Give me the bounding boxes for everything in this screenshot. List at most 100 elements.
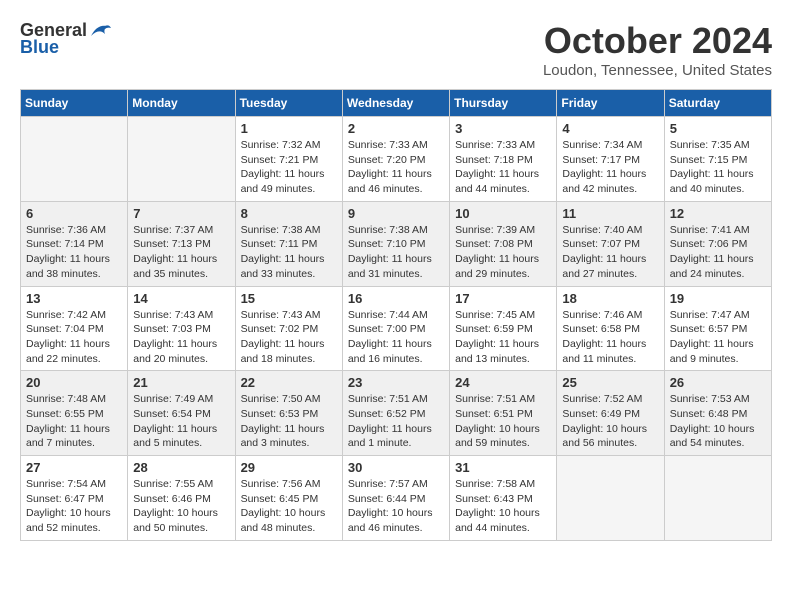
- table-row: 30 Sunrise: 7:57 AMSunset: 6:44 PMDayligh…: [342, 456, 449, 541]
- calendar: Sunday Monday Tuesday Wednesday Thursday…: [20, 89, 772, 541]
- table-row: 14 Sunrise: 7:43 AMSunset: 7:03 PMDayligh…: [128, 286, 235, 371]
- calendar-week-row: 27 Sunrise: 7:54 AMSunset: 6:47 PMDayligh…: [21, 456, 772, 541]
- col-monday: Monday: [128, 90, 235, 117]
- cell-info: Sunrise: 7:39 AMSunset: 7:08 PMDaylight:…: [455, 223, 551, 282]
- day-number: 26: [670, 375, 766, 390]
- cell-info: Sunrise: 7:42 AMSunset: 7:04 PMDaylight:…: [26, 308, 122, 367]
- day-number: 17: [455, 291, 551, 306]
- cell-info: Sunrise: 7:50 AMSunset: 6:53 PMDaylight:…: [241, 392, 337, 451]
- col-saturday: Saturday: [664, 90, 771, 117]
- calendar-week-row: 6Sunrise: 7:36 AMSunset: 7:14 PMDaylight…: [21, 201, 772, 286]
- day-number: 21: [133, 375, 229, 390]
- day-number: 22: [241, 375, 337, 390]
- cell-info: Sunrise: 7:41 AMSunset: 7:06 PMDaylight:…: [670, 223, 766, 282]
- table-row: 20 Sunrise: 7:48 AMSunset: 6:55 PMDayligh…: [21, 371, 128, 456]
- cell-info: Sunrise: 7:34 AMSunset: 7:17 PMDaylight:…: [562, 138, 658, 197]
- table-row: 18 Sunrise: 7:46 AMSunset: 6:58 PMDayligh…: [557, 286, 664, 371]
- cell-info: Sunrise: 7:54 AMSunset: 6:47 PMDaylight:…: [26, 477, 122, 536]
- day-number: 28: [133, 460, 229, 475]
- calendar-week-row: 20 Sunrise: 7:48 AMSunset: 6:55 PMDayligh…: [21, 371, 772, 456]
- table-row: 4Sunrise: 7:34 AMSunset: 7:17 PMDaylight…: [557, 117, 664, 202]
- day-number: 13: [26, 291, 122, 306]
- day-number: 15: [241, 291, 337, 306]
- location: Loudon, Tennessee, United States: [543, 62, 772, 79]
- cell-info: Sunrise: 7:58 AMSunset: 6:43 PMDaylight:…: [455, 477, 551, 536]
- table-row: 31Sunrise: 7:58 AMSunset: 6:43 PMDayligh…: [450, 456, 557, 541]
- cell-info: Sunrise: 7:38 AMSunset: 7:11 PMDaylight:…: [241, 223, 337, 282]
- cell-info: Sunrise: 7:53 AMSunset: 6:48 PMDaylight:…: [670, 392, 766, 451]
- day-number: 9: [348, 206, 444, 221]
- day-number: 16: [348, 291, 444, 306]
- table-row: 17 Sunrise: 7:45 AMSunset: 6:59 PMDayligh…: [450, 286, 557, 371]
- cell-info: Sunrise: 7:49 AMSunset: 6:54 PMDaylight:…: [133, 392, 229, 451]
- month-title: October 2024: [543, 20, 772, 62]
- table-row: 28Sunrise: 7:55 AMSunset: 6:46 PMDayligh…: [128, 456, 235, 541]
- table-row: 8 Sunrise: 7:38 AMSunset: 7:11 PMDaylight…: [235, 201, 342, 286]
- cell-info: Sunrise: 7:40 AMSunset: 7:07 PMDaylight:…: [562, 223, 658, 282]
- cell-info: Sunrise: 7:44 AMSunset: 7:00 PMDaylight:…: [348, 308, 444, 367]
- cell-info: Sunrise: 7:46 AMSunset: 6:58 PMDaylight:…: [562, 308, 658, 367]
- cell-info: Sunrise: 7:51 AMSunset: 6:52 PMDaylight:…: [348, 392, 444, 451]
- table-row: 23Sunrise: 7:51 AMSunset: 6:52 PMDayligh…: [342, 371, 449, 456]
- table-row: [557, 456, 664, 541]
- day-number: 5: [670, 121, 766, 136]
- cell-info: Sunrise: 7:45 AMSunset: 6:59 PMDaylight:…: [455, 308, 551, 367]
- table-row: 16 Sunrise: 7:44 AMSunset: 7:00 PMDayligh…: [342, 286, 449, 371]
- table-row: 2 Sunrise: 7:33 AMSunset: 7:20 PMDaylight…: [342, 117, 449, 202]
- table-row: 19Sunrise: 7:47 AMSunset: 6:57 PMDayligh…: [664, 286, 771, 371]
- table-row: 5Sunrise: 7:35 AMSunset: 7:15 PMDaylight…: [664, 117, 771, 202]
- table-row: 29 Sunrise: 7:56 AMSunset: 6:45 PMDayligh…: [235, 456, 342, 541]
- table-row: [21, 117, 128, 202]
- title-block: October 2024 Loudon, Tennessee, United S…: [543, 20, 772, 79]
- day-number: 12: [670, 206, 766, 221]
- table-row: 27 Sunrise: 7:54 AMSunset: 6:47 PMDayligh…: [21, 456, 128, 541]
- cell-info: Sunrise: 7:32 AMSunset: 7:21 PMDaylight:…: [241, 138, 337, 197]
- page-header: General Blue October 2024 Loudon, Tennes…: [20, 20, 772, 79]
- cell-info: Sunrise: 7:56 AMSunset: 6:45 PMDaylight:…: [241, 477, 337, 536]
- cell-info: Sunrise: 7:37 AMSunset: 7:13 PMDaylight:…: [133, 223, 229, 282]
- col-friday: Friday: [557, 90, 664, 117]
- calendar-header-row: Sunday Monday Tuesday Wednesday Thursday…: [21, 90, 772, 117]
- cell-info: Sunrise: 7:52 AMSunset: 6:49 PMDaylight:…: [562, 392, 658, 451]
- day-number: 30: [348, 460, 444, 475]
- day-number: 25: [562, 375, 658, 390]
- col-tuesday: Tuesday: [235, 90, 342, 117]
- cell-info: Sunrise: 7:43 AMSunset: 7:02 PMDaylight:…: [241, 308, 337, 367]
- table-row: 21 Sunrise: 7:49 AMSunset: 6:54 PMDayligh…: [128, 371, 235, 456]
- day-number: 6: [26, 206, 122, 221]
- logo-blue: Blue: [20, 37, 59, 58]
- day-number: 29: [241, 460, 337, 475]
- day-number: 20: [26, 375, 122, 390]
- cell-info: Sunrise: 7:43 AMSunset: 7:03 PMDaylight:…: [133, 308, 229, 367]
- cell-info: Sunrise: 7:38 AMSunset: 7:10 PMDaylight:…: [348, 223, 444, 282]
- day-number: 11: [562, 206, 658, 221]
- cell-info: Sunrise: 7:33 AMSunset: 7:20 PMDaylight:…: [348, 138, 444, 197]
- logo: General Blue: [20, 20, 111, 58]
- day-number: 10: [455, 206, 551, 221]
- calendar-week-row: 1Sunrise: 7:32 AMSunset: 7:21 PMDaylight…: [21, 117, 772, 202]
- day-number: 27: [26, 460, 122, 475]
- table-row: 15 Sunrise: 7:43 AMSunset: 7:02 PMDayligh…: [235, 286, 342, 371]
- table-row: [664, 456, 771, 541]
- col-sunday: Sunday: [21, 90, 128, 117]
- table-row: [128, 117, 235, 202]
- day-number: 7: [133, 206, 229, 221]
- cell-info: Sunrise: 7:33 AMSunset: 7:18 PMDaylight:…: [455, 138, 551, 197]
- table-row: 22 Sunrise: 7:50 AMSunset: 6:53 PMDayligh…: [235, 371, 342, 456]
- col-wednesday: Wednesday: [342, 90, 449, 117]
- table-row: 26 Sunrise: 7:53 AMSunset: 6:48 PMDayligh…: [664, 371, 771, 456]
- cell-info: Sunrise: 7:48 AMSunset: 6:55 PMDaylight:…: [26, 392, 122, 451]
- table-row: 11 Sunrise: 7:40 AMSunset: 7:07 PMDayligh…: [557, 201, 664, 286]
- table-row: 6Sunrise: 7:36 AMSunset: 7:14 PMDaylight…: [21, 201, 128, 286]
- table-row: 12 Sunrise: 7:41 AMSunset: 7:06 PMDayligh…: [664, 201, 771, 286]
- cell-info: Sunrise: 7:57 AMSunset: 6:44 PMDaylight:…: [348, 477, 444, 536]
- table-row: 1Sunrise: 7:32 AMSunset: 7:21 PMDaylight…: [235, 117, 342, 202]
- day-number: 8: [241, 206, 337, 221]
- day-number: 2: [348, 121, 444, 136]
- table-row: 25 Sunrise: 7:52 AMSunset: 6:49 PMDayligh…: [557, 371, 664, 456]
- day-number: 14: [133, 291, 229, 306]
- table-row: 24Sunrise: 7:51 AMSunset: 6:51 PMDayligh…: [450, 371, 557, 456]
- day-number: 18: [562, 291, 658, 306]
- table-row: 7 Sunrise: 7:37 AMSunset: 7:13 PMDaylight…: [128, 201, 235, 286]
- table-row: 9 Sunrise: 7:38 AMSunset: 7:10 PMDaylight…: [342, 201, 449, 286]
